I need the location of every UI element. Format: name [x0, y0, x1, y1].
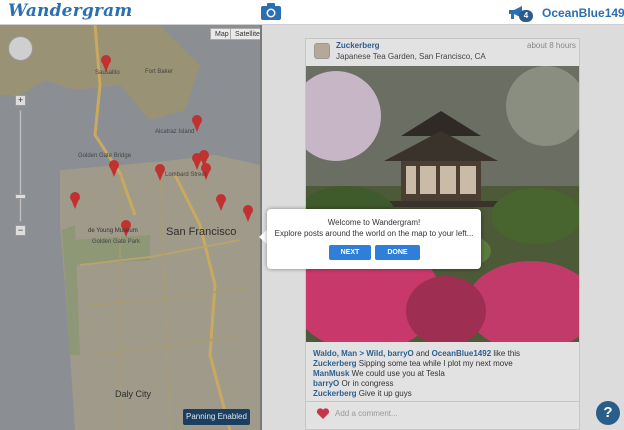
map-label-sausalito: Sausalito	[95, 70, 120, 76]
heart-icon[interactable]	[316, 407, 330, 420]
comment-user[interactable]: barryO	[313, 379, 339, 388]
app-logo[interactable]: Wandergram	[8, 1, 133, 21]
comment-user[interactable]: Zuckerberg	[313, 359, 357, 368]
comment-text: Or in congress	[339, 379, 394, 388]
zoom-slider-track[interactable]	[19, 110, 22, 222]
comment-item: barryO Or in congress	[313, 379, 393, 388]
username-link[interactable]: OceanBlue1492	[542, 6, 624, 20]
comment-input[interactable]: Add a comment...	[335, 409, 398, 418]
next-button[interactable]: NEXT	[329, 245, 371, 260]
zoom-slider-thumb[interactable]	[15, 194, 26, 199]
top-bar: Wandergram 4 OceanBlue1492	[0, 0, 624, 25]
divider	[306, 401, 579, 402]
likes-suffix: like this	[491, 349, 521, 358]
camera-icon[interactable]	[260, 2, 282, 21]
comment-text: Sipping some tea while I plot my next mo…	[356, 359, 513, 368]
popup-message: Explore posts around the world on the ma…	[274, 229, 474, 238]
popup-title: Welcome to Wandergram!	[327, 218, 421, 227]
zoom-in-button[interactable]: +	[15, 95, 26, 106]
photo-image	[306, 66, 579, 342]
map-label-lombard: Lombard Street	[165, 172, 207, 178]
post-time: about 8 hours	[527, 41, 576, 50]
map-label-alcatraz: Alcatraz Island	[155, 129, 195, 135]
map-label-fort-baker: Fort Baker	[145, 69, 174, 75]
likes-and: and	[413, 349, 432, 358]
pan-control[interactable]	[8, 36, 33, 61]
map-label-de-young: de Young Museum	[88, 228, 138, 234]
comment-user[interactable]: ManMusk	[313, 369, 349, 378]
avatar[interactable]	[314, 43, 330, 59]
comment-item: Zuckerberg Sipping some tea while I plot…	[313, 359, 513, 368]
post-photo[interactable]	[306, 66, 579, 342]
zoom-out-button[interactable]: −	[15, 225, 26, 236]
comment-text: Give it up guys	[356, 389, 412, 398]
map-panel[interactable]: Sausalito Fort Baker Alcatraz Island Gol…	[0, 25, 260, 430]
map-label-san-francisco: San Francisco	[166, 226, 237, 238]
map-label-daly-city: Daly City	[115, 389, 152, 399]
likes-last-user[interactable]: OceanBlue1492	[432, 349, 492, 358]
help-button[interactable]: ?	[596, 401, 620, 425]
likes-line: Waldo, Man > Wild, barryO and OceanBlue1…	[313, 349, 520, 358]
notification-badge: 4	[519, 10, 533, 22]
map-label-golden-gate: Golden Gate Bridge	[78, 153, 132, 159]
post-location: Japanese Tea Garden, San Francisco, CA	[336, 52, 486, 61]
panning-enabled-button[interactable]: Panning Enabled	[183, 409, 250, 425]
comment-text: We could use you at Tesla	[349, 369, 445, 378]
post-author[interactable]: Zuckerberg	[336, 41, 380, 50]
likes-users[interactable]: Waldo, Man > Wild, barryO	[313, 349, 414, 358]
done-button[interactable]: DONE	[375, 245, 420, 260]
welcome-popup: Welcome to Wandergram! Explore posts aro…	[267, 209, 481, 269]
map-type-satellite-button[interactable]: Satellite	[230, 28, 260, 40]
comment-item: ManMusk We could use you at Tesla	[313, 369, 445, 378]
comment-item: Zuckerberg Give it up guys	[313, 389, 412, 398]
comment-user[interactable]: Zuckerberg	[313, 389, 357, 398]
map-label-golden-gate-park: Golden Gate Park	[92, 239, 141, 245]
